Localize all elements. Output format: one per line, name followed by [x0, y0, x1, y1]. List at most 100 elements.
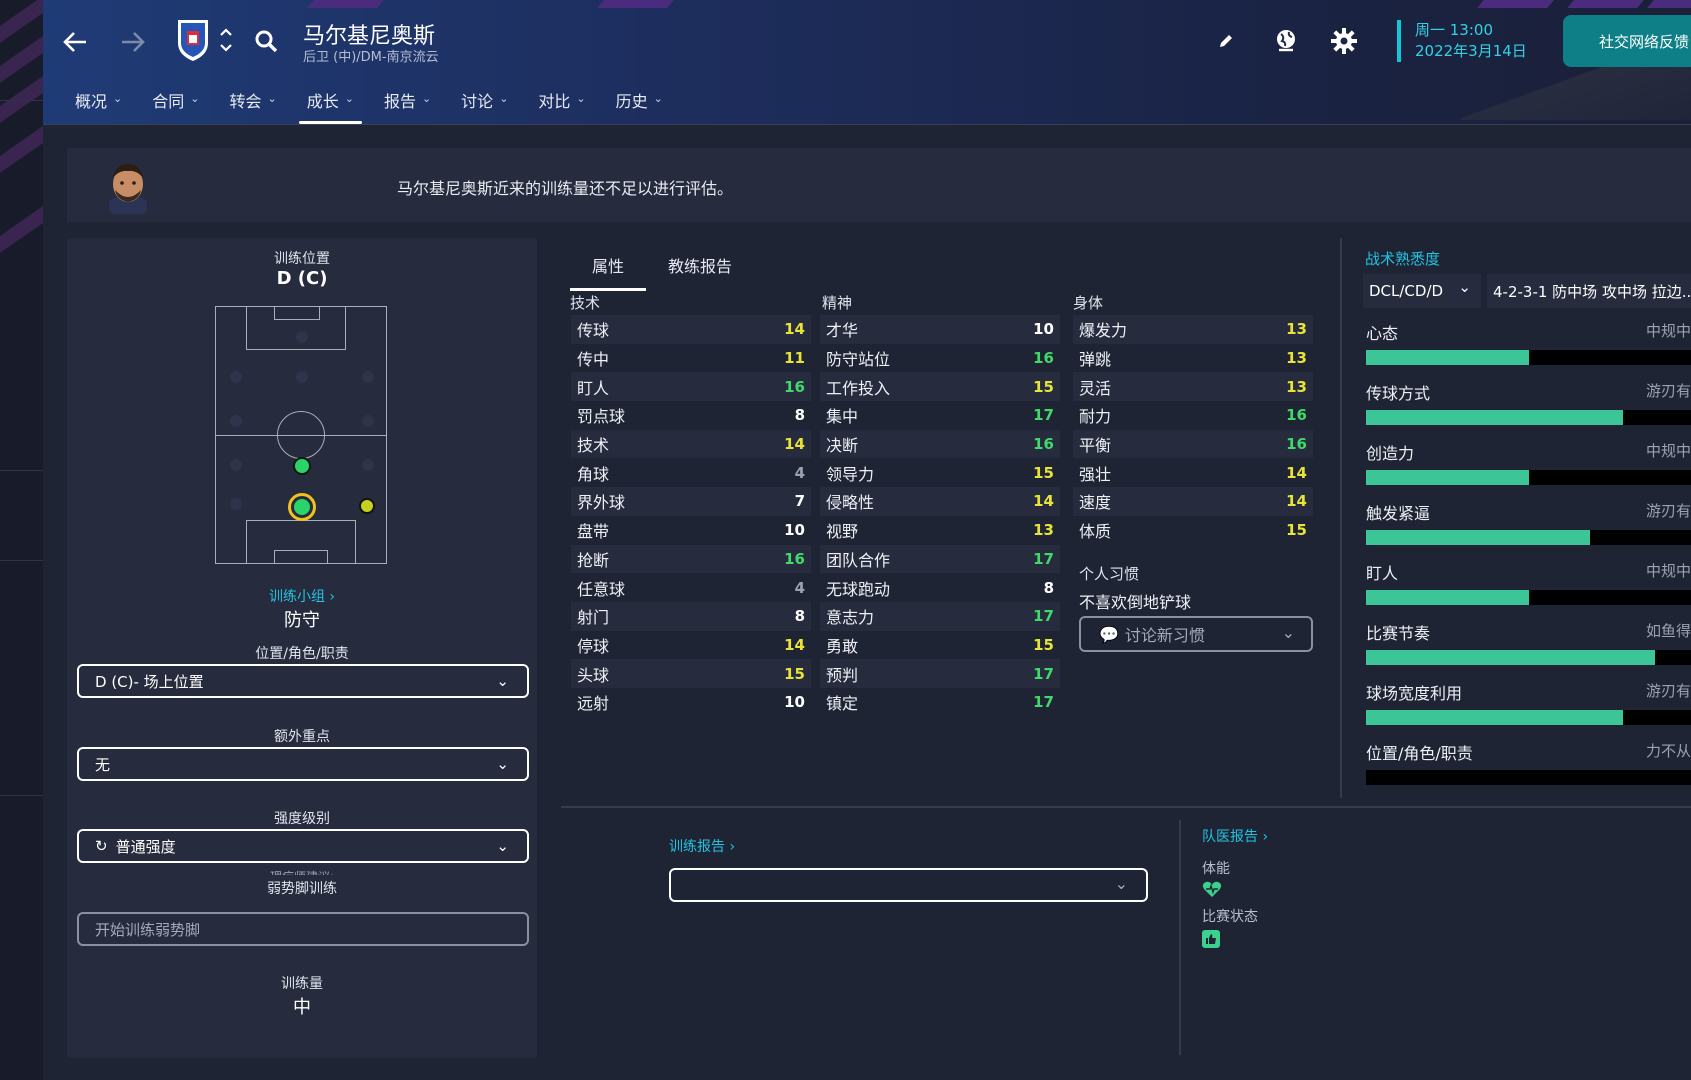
attribute-row[interactable]: 头球 15 — [571, 659, 811, 688]
attribute-row[interactable]: 停球 14 — [571, 631, 811, 660]
attribute-row[interactable]: 无球跑动 8 — [820, 573, 1060, 602]
world-globe-icon[interactable] — [1269, 24, 1303, 58]
player-avatar[interactable] — [103, 158, 153, 214]
tactic-formation-select[interactable]: 4-2-3-1 防中场 攻中场 拉边... — [1487, 274, 1691, 308]
nav-development[interactable]: 成长 ⌄ — [295, 78, 366, 124]
social-feedback-button[interactable]: 社交网络反馈 — [1563, 15, 1691, 67]
medical-report-link[interactable]: 队医报告 › — [1202, 826, 1268, 846]
tab-coach-report[interactable]: 教练报告 — [646, 248, 754, 291]
back-arrow-icon[interactable] — [59, 22, 91, 62]
familiarity-bar-fill — [1366, 710, 1623, 725]
familiarity-level: 力不从 — [1645, 742, 1691, 760]
attribute-row[interactable]: 视野 13 — [820, 516, 1060, 545]
forward-arrow-icon[interactable] — [117, 22, 149, 62]
attribute-row[interactable]: 工作投入 15 — [820, 372, 1060, 402]
chevron-right-icon: › — [324, 589, 336, 605]
attribute-row[interactable]: 灵活 13 — [1073, 372, 1313, 402]
attribute-value: 11 — [784, 349, 805, 368]
header-divider — [43, 124, 1691, 125]
attribute-row[interactable]: 爆发力 13 — [1073, 315, 1313, 344]
nav-contract[interactable]: 合同 ⌄ — [140, 78, 211, 124]
tactic-position-select[interactable]: DCL/CD/D ⌄ — [1363, 274, 1481, 308]
extra-focus-select[interactable]: 无 ⌄ — [77, 747, 529, 781]
attribute-value: 15 — [1033, 377, 1054, 396]
pitch-accomplished-position-marker — [359, 498, 375, 514]
attribute-row[interactable]: 勇敢 15 — [820, 631, 1060, 660]
attribute-row[interactable]: 团队合作 17 — [820, 544, 1060, 574]
familiarity-name: 传球方式 — [1366, 384, 1431, 403]
attribute-row[interactable]: 侵略性 14 — [820, 487, 1060, 516]
nav-transfer[interactable]: 转会 ⌄ — [217, 78, 288, 124]
nav-development-label: 成长 — [306, 92, 339, 111]
attribute-row[interactable]: 传球 14 — [571, 315, 811, 344]
attribute-row[interactable]: 弹跳 13 — [1073, 344, 1313, 373]
attribute-row[interactable]: 平衡 16 — [1073, 429, 1313, 459]
chevron-down-icon: ⌄ — [576, 92, 586, 105]
heart-fitness-icon — [1202, 880, 1222, 902]
attribute-value: 13 — [1286, 349, 1307, 368]
attribute-row[interactable]: 盯人 16 — [571, 372, 811, 402]
attribute-row[interactable]: 角球 4 — [571, 458, 811, 487]
attribute-value: 4 — [794, 463, 805, 482]
game-date[interactable]: 周一 13:00 2022年3月14日 — [1397, 20, 1527, 62]
nav-transfer-label: 转会 — [229, 92, 262, 111]
tab-attributes[interactable]: 属性 — [570, 248, 647, 291]
chevron-down-icon: ⌄ — [499, 92, 509, 105]
attribute-row[interactable]: 速度 14 — [1073, 487, 1313, 516]
attribute-row[interactable]: 强壮 14 — [1073, 458, 1313, 487]
attribute-row[interactable]: 传中 11 — [571, 344, 811, 373]
attribute-name: 技术 — [577, 436, 610, 456]
attribute-name: 集中 — [826, 407, 859, 427]
attribute-row[interactable]: 远射 10 — [571, 688, 811, 717]
nav-overview[interactable]: 概况 ⌄ — [63, 78, 134, 124]
role-select[interactable]: D (C)- 场上位置 ⌄ — [77, 664, 529, 698]
edit-pencil-icon[interactable] — [1213, 28, 1239, 54]
attribute-row[interactable]: 意志力 17 — [820, 601, 1060, 631]
settings-gear-icon[interactable] — [1327, 24, 1361, 58]
familiarity-bar-fill — [1366, 470, 1529, 485]
attribute-value: 15 — [1286, 521, 1307, 540]
familiarity-name: 触发紧逼 — [1366, 504, 1431, 523]
nav-reports-label: 报告 — [383, 92, 416, 111]
training-report-select[interactable]: ⌄ — [669, 868, 1148, 902]
attribute-row[interactable]: 决断 16 — [820, 429, 1060, 459]
attribute-row[interactable]: 体质 15 — [1073, 516, 1313, 545]
nav-compare[interactable]: 对比 ⌄ — [526, 78, 597, 124]
attribute-row[interactable]: 界外球 7 — [571, 487, 811, 516]
nav-history[interactable]: 历史 ⌄ — [604, 78, 675, 124]
attribute-row[interactable]: 耐力 16 — [1073, 401, 1313, 430]
attribute-value: 14 — [784, 635, 805, 654]
discuss-new-trait-button[interactable]: 💬 讨论新习惯 ⌄ — [1079, 616, 1313, 652]
weak-foot-button[interactable]: 开始训练弱势脚 — [77, 912, 529, 946]
attribute-row[interactable]: 罚点球 8 — [571, 401, 811, 430]
attribute-row[interactable]: 防守站位 16 — [820, 344, 1060, 373]
attribute-row[interactable]: 镇定 17 — [820, 688, 1060, 717]
nav-reports[interactable]: 报告 ⌄ — [372, 78, 443, 124]
intensity-select[interactable]: ↻ 普通强度 ⌄ — [77, 829, 529, 863]
nav-discuss[interactable]: 讨论 ⌄ — [449, 78, 520, 124]
attribute-row[interactable]: 抢断 16 — [571, 544, 811, 574]
attribute-value: 8 — [794, 607, 805, 626]
training-report-link[interactable]: 训练报告 › — [669, 836, 735, 856]
pitch-position-diagram[interactable] — [215, 306, 387, 564]
attribute-row[interactable]: 技术 14 — [571, 429, 811, 459]
attribute-name: 界外球 — [577, 493, 626, 513]
chevron-down-icon: ⌄ — [1114, 874, 1128, 893]
attribute-value: 15 — [1033, 635, 1054, 654]
attribute-row[interactable]: 才华 10 — [820, 315, 1060, 344]
attribute-row[interactable]: 任意球 4 — [571, 573, 811, 602]
attribute-value: 13 — [1033, 521, 1054, 540]
player-switch-chevrons-icon[interactable] — [215, 22, 237, 58]
attribute-row[interactable]: 预判 17 — [820, 659, 1060, 688]
attribute-row[interactable]: 射门 8 — [571, 601, 811, 631]
club-crest-icon[interactable] — [173, 16, 213, 64]
attribute-row[interactable]: 集中 17 — [820, 401, 1060, 430]
nav-overview-label: 概况 — [75, 92, 108, 111]
attribute-row[interactable]: 盘带 10 — [571, 516, 811, 545]
attribute-row[interactable]: 领导力 15 — [820, 458, 1060, 487]
search-icon[interactable] — [251, 26, 281, 56]
attribute-name: 角球 — [577, 464, 610, 484]
attribute-name: 传球 — [577, 321, 610, 341]
attribute-name: 平衡 — [1079, 436, 1112, 456]
training-group-link[interactable]: 训练小组 › — [67, 586, 537, 606]
